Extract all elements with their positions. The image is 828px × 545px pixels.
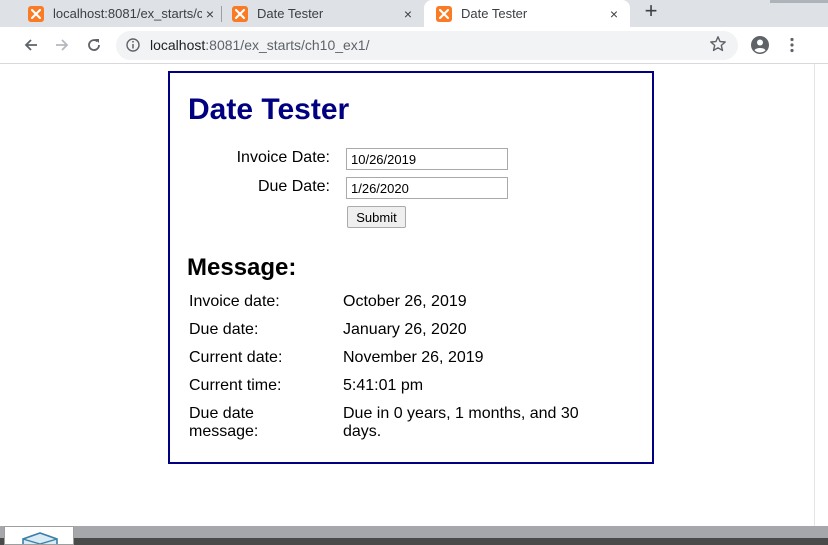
- current-time-label: Current time:: [189, 377, 282, 394]
- forward-arrow-icon: [56, 39, 69, 51]
- app-cube-icon: [22, 532, 58, 544]
- tab-strip: localhost:8081/ex_starts/ch × Date Teste…: [0, 0, 828, 27]
- profile-button[interactable]: [750, 35, 770, 55]
- bookmark-star-icon[interactable]: [709, 35, 727, 58]
- reload-button[interactable]: [84, 35, 104, 55]
- xampp-favicon-icon: [232, 5, 248, 22]
- new-tab-button[interactable]: +: [640, 0, 662, 24]
- tab-separator: [221, 6, 222, 22]
- window-frame: [770, 0, 828, 3]
- taskbar: [0, 526, 828, 545]
- message-heading: Message:: [187, 254, 297, 281]
- submit-button[interactable]: Submit: [347, 206, 406, 228]
- invoice-date-message-label: Invoice date:: [189, 293, 280, 310]
- tab-localhost[interactable]: localhost:8081/ex_starts/ch ×: [28, 0, 218, 27]
- tab-title: Date Tester: [461, 6, 528, 21]
- current-date-label: Current date:: [189, 349, 283, 366]
- scrollbar-track[interactable]: [814, 64, 828, 526]
- due-date-message-value: January 26, 2020: [343, 321, 467, 338]
- invoice-date-label: Invoice Date:: [236, 149, 330, 166]
- current-time-value: 5:41:01 pm: [343, 377, 424, 394]
- back-arrow-icon: [24, 39, 37, 51]
- menu-button[interactable]: [782, 35, 802, 55]
- page-title: Date Tester: [188, 93, 350, 126]
- more-vert-icon: [790, 37, 794, 53]
- info-icon[interactable]: [126, 38, 140, 52]
- url-text: localhost:8081/ex_starts/ch10_ex1/: [150, 37, 370, 53]
- tab-title: localhost:8081/ex_starts/ch: [53, 6, 202, 21]
- url-host: localhost: [150, 37, 206, 53]
- browser-toolbar: localhost:8081/ex_starts/ch10_ex1/: [0, 27, 828, 64]
- due-date-message-label: Due date:: [189, 321, 259, 338]
- due-date-message-text-label: Due date message:: [189, 405, 259, 440]
- tab-date-tester-active[interactable]: Date Tester ×: [424, 0, 630, 27]
- date-tester-panel: Date Tester Invoice Date: Due Date: Subm…: [168, 71, 654, 464]
- account-circle-icon: [751, 36, 769, 54]
- invoice-date-input[interactable]: [346, 148, 508, 170]
- close-icon[interactable]: ×: [400, 6, 416, 22]
- reload-icon: [88, 39, 100, 51]
- address-bar[interactable]: localhost:8081/ex_starts/ch10_ex1/: [116, 31, 738, 60]
- tab-date-tester[interactable]: Date Tester ×: [232, 0, 416, 27]
- close-icon[interactable]: ×: [202, 6, 218, 22]
- current-date-value: November 26, 2019: [343, 349, 484, 366]
- taskbar-app-button[interactable]: [4, 526, 74, 545]
- tab-title: Date Tester: [257, 6, 324, 21]
- taskbar-lower: [0, 538, 828, 545]
- url-path: :8081/ex_starts/ch10_ex1/: [205, 37, 370, 53]
- back-button[interactable]: [21, 35, 41, 55]
- due-date-input[interactable]: [346, 177, 508, 199]
- xampp-favicon-icon: [28, 5, 44, 22]
- due-date-label: Due Date:: [257, 178, 330, 195]
- close-icon[interactable]: ×: [606, 6, 622, 22]
- due-date-message-text-value: Due in 0 years, 1 months, and 30 days.: [343, 405, 579, 440]
- invoice-date-message-value: October 26, 2019: [343, 293, 467, 310]
- xampp-favicon-icon: [436, 5, 452, 22]
- forward-button[interactable]: [52, 35, 72, 55]
